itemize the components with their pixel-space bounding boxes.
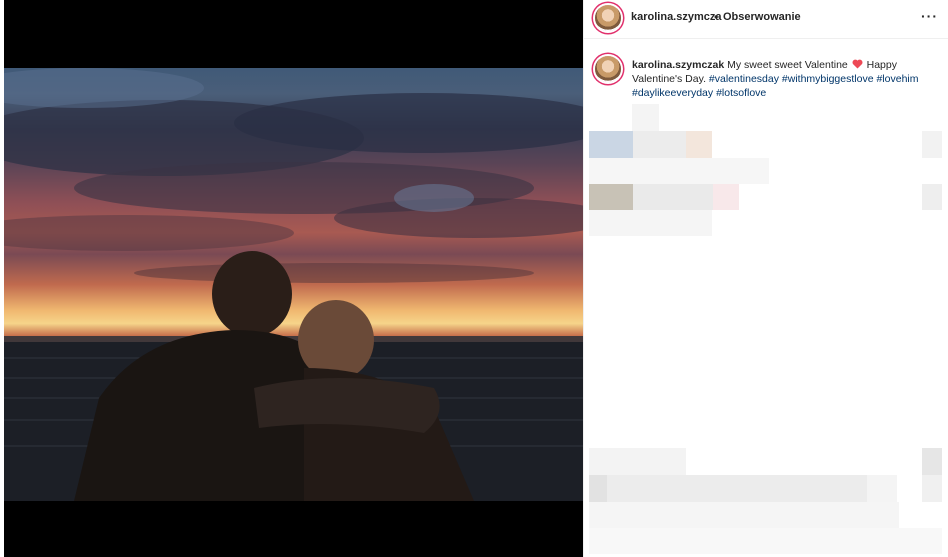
more-icon[interactable]: ···: [921, 8, 938, 24]
following-button[interactable]: Obserwowanie: [723, 11, 801, 23]
caption-text-1: My sweet sweet Valentine: [727, 59, 848, 71]
hashtag-link[interactable]: #daylikeeveryday: [632, 87, 713, 99]
hashtag-link[interactable]: #valentinesday: [709, 73, 779, 85]
hashtag-link[interactable]: #lovehim: [876, 73, 918, 85]
profile-avatar[interactable]: [595, 5, 621, 31]
post-header: karolina.szymcza • Obserwowanie ···: [584, 0, 948, 39]
post-side-panel: karolina.szymcza • Obserwowanie ··· karo…: [584, 0, 948, 557]
sunset-couple-image: [4, 68, 583, 501]
post-media[interactable]: [4, 0, 583, 557]
red-heart-icon: [852, 59, 863, 69]
header-username[interactable]: karolina.szymcza: [631, 11, 722, 23]
header-separator: •: [714, 10, 719, 24]
post-photo: [4, 68, 583, 501]
caption-avatar[interactable]: [595, 56, 621, 82]
caption-username[interactable]: karolina.szymczak: [632, 59, 724, 71]
hashtag-link[interactable]: #lotsoflove: [716, 87, 766, 99]
hashtag-link[interactable]: #withmybiggestlove: [782, 73, 874, 85]
post-caption: karolina.szymczak My sweet sweet Valenti…: [632, 58, 942, 100]
